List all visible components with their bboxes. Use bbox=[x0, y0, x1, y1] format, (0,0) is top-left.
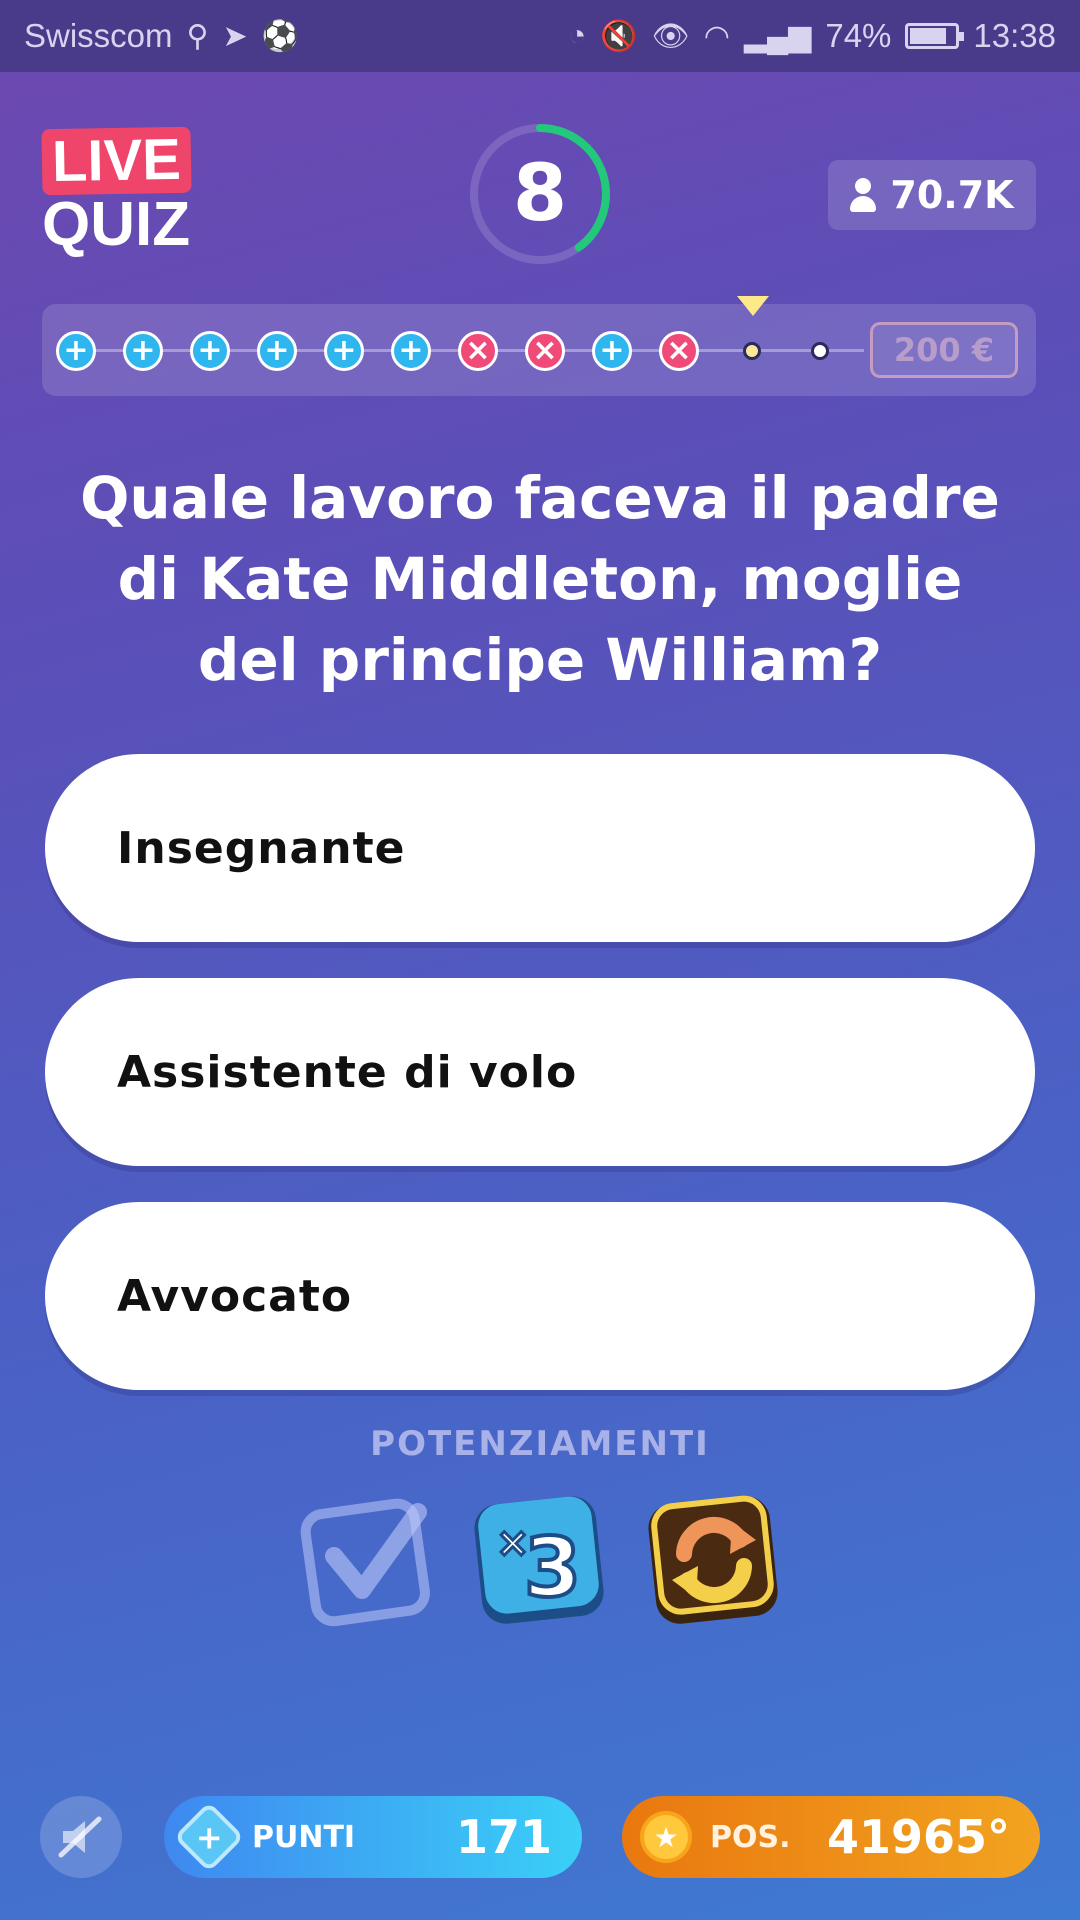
upcoming-question-dot bbox=[811, 342, 829, 360]
question-text: Quale lavoro faceva il padre di Kate Mid… bbox=[80, 464, 1000, 694]
correct-answer-icon: + bbox=[592, 331, 632, 371]
usb-icon: ⚲ bbox=[186, 19, 209, 53]
points-label: PUNTI bbox=[252, 1819, 356, 1855]
battery-percent: 74% bbox=[825, 17, 892, 54]
position-label: POS. bbox=[710, 1819, 791, 1855]
clock-badge-icon: ◔ bbox=[568, 19, 587, 52]
person-icon bbox=[850, 178, 877, 212]
logo-live-text: LIVE bbox=[41, 126, 192, 196]
eye-icon: 👁 bbox=[651, 19, 690, 53]
correct-answer-icon: + bbox=[391, 331, 431, 371]
correct-answer-icon: + bbox=[257, 331, 297, 371]
points-badge: + PUNTI 171 bbox=[164, 1796, 582, 1878]
soccer-ball-icon: ⚽ bbox=[261, 19, 300, 53]
sound-toggle-button[interactable] bbox=[40, 1796, 122, 1878]
mute-icon: 🔇 bbox=[600, 19, 638, 53]
answer-option-2[interactable]: Assistente di volo bbox=[45, 978, 1035, 1166]
answer-option-3[interactable]: Avvocato bbox=[45, 1202, 1035, 1390]
refresh-powerup-icon[interactable] bbox=[646, 1492, 782, 1628]
times-three-powerup-icon[interactable]: × 3 bbox=[472, 1492, 608, 1628]
correct-answer-icon: + bbox=[123, 331, 163, 371]
viewers-count-badge: 70.7K bbox=[828, 160, 1036, 230]
timer-value: 8 bbox=[512, 149, 568, 239]
points-value: 171 bbox=[455, 1810, 552, 1864]
position-value: 41965° bbox=[826, 1810, 1010, 1864]
wrong-answer-icon: × bbox=[659, 331, 699, 371]
plus-diamond-icon: + bbox=[173, 1801, 245, 1873]
checkmark-powerup-icon[interactable] bbox=[300, 1492, 436, 1628]
telegram-icon: ➤ bbox=[222, 19, 248, 53]
logo-quiz-text: QUIZ bbox=[42, 190, 191, 259]
wifi-icon: ◠ bbox=[703, 19, 730, 53]
carrier-name: Swisscom bbox=[24, 17, 173, 54]
prize-badge: 200 € bbox=[870, 322, 1018, 378]
correct-answer-icon: + bbox=[56, 331, 96, 371]
viewers-count: 70.7K bbox=[890, 173, 1014, 217]
powerups-title: POTENZIAMENTI bbox=[370, 1424, 710, 1464]
signal-icon: ▂▄▆ bbox=[743, 19, 812, 53]
status-bar: Swisscom ⚲ ➤ ⚽ ◔ 🔇 👁 ◠ ▂▄▆ 74% 13:38 bbox=[0, 0, 1080, 72]
medal-icon: ★ bbox=[640, 1811, 692, 1863]
correct-answer-icon: + bbox=[324, 331, 364, 371]
correct-answer-icon: + bbox=[190, 331, 230, 371]
svg-text:3: 3 bbox=[524, 1521, 581, 1616]
speaker-muted-icon bbox=[58, 1816, 102, 1858]
clock: 13:38 bbox=[973, 17, 1056, 54]
current-question-marker-icon bbox=[737, 296, 769, 316]
countdown-timer: 8 bbox=[468, 122, 612, 266]
live-quiz-logo: LIVE QUIZ bbox=[41, 126, 212, 259]
wrong-answer-icon: × bbox=[458, 331, 498, 371]
position-badge: ★ POS. 41965° bbox=[622, 1796, 1040, 1878]
current-question-dot bbox=[743, 342, 761, 360]
question-progress-track: + + + + + + × × + × 200 € bbox=[42, 296, 1036, 396]
battery-icon bbox=[905, 23, 965, 49]
wrong-answer-icon: × bbox=[525, 331, 565, 371]
answer-option-1[interactable]: Insegnante bbox=[45, 754, 1035, 942]
